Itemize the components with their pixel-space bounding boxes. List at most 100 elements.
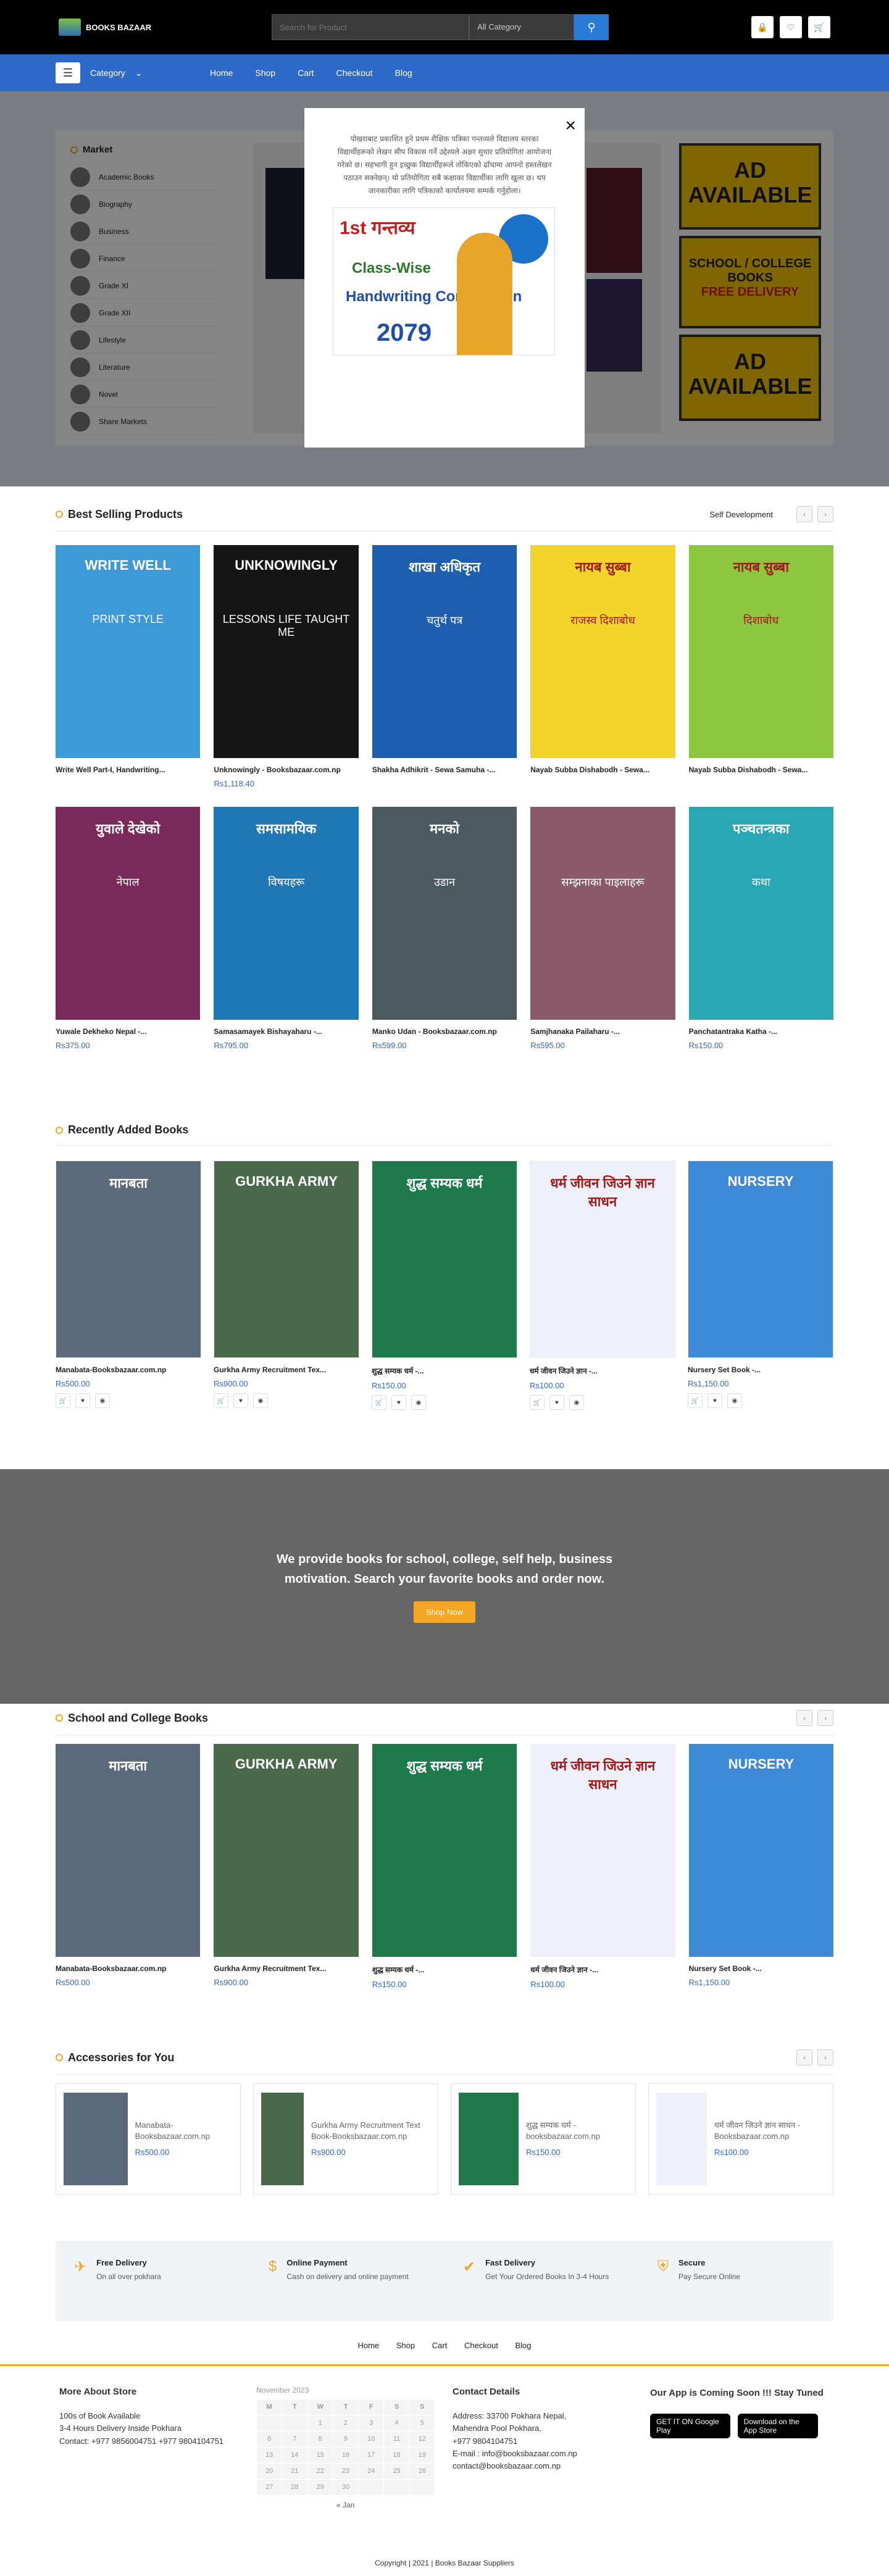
product-title[interactable]: Manabata-Booksbazaar.com.np (56, 1964, 200, 1973)
cart-icon[interactable]: 🛒 (808, 16, 830, 38)
book-cover[interactable]: समसामयिक विषयहरू (214, 807, 359, 1020)
add-to-cart-icon[interactable]: 🛒 (530, 1395, 545, 1410)
product-title[interactable]: Manko Udan - Booksbazaar.com.np (372, 1027, 517, 1036)
product-card[interactable]: सम्झनाका पाइलाहरू Samjhanaka Pailaharu -.… (530, 807, 675, 1050)
accessory-title[interactable]: धर्म जीवन जिउने ज्ञान साधन - Booksbazaar… (714, 2120, 825, 2142)
product-title[interactable]: Nayab Subba Dishabodh - Sewa... (689, 765, 833, 774)
footer-link-shop[interactable]: Shop (396, 2341, 415, 2350)
lock-icon[interactable]: 🔒 (751, 16, 774, 38)
book-cover[interactable]: धर्म जीवन जिउने ज्ञान साधन (530, 1161, 675, 1358)
book-cover[interactable]: मानबता (56, 1161, 201, 1358)
product-title[interactable]: Nursery Set Book -... (688, 1365, 833, 1374)
product-card[interactable]: समसामयिक विषयहरू Samasamayek Bishayaharu -… (214, 807, 359, 1050)
calendar-prev-link[interactable]: « Jan (256, 2499, 441, 2511)
accessory-title[interactable]: Manabata-Booksbazaar.com.np (135, 2120, 233, 2142)
accessory-card[interactable]: शुद्ध सम्यक धर्म - booksbazaar.com.np Rs1… (451, 2083, 636, 2195)
product-title[interactable]: Write Well Part-I, Handwriting... (56, 765, 200, 774)
product-title[interactable]: Manabata-Booksbazaar.com.np (56, 1365, 201, 1374)
product-title[interactable]: Shakha Adhikrit - Sewa Samuha -... (372, 765, 517, 774)
quick-view-icon[interactable]: ◉ (253, 1393, 268, 1408)
quick-view-icon[interactable]: ◉ (411, 1395, 426, 1410)
accessory-card[interactable]: Manabata-Booksbazaar.com.np Rs500.00 (56, 2083, 241, 2195)
prev-arrow-icon[interactable]: ‹ (796, 1710, 812, 1726)
product-title[interactable]: Gurkha Army Recruitment Tex... (214, 1964, 358, 1973)
next-arrow-icon[interactable]: › (817, 2049, 833, 2065)
wishlist-icon[interactable]: ♥ (233, 1393, 248, 1408)
nav-link-home[interactable]: Home (210, 68, 233, 78)
nav-link-shop[interactable]: Shop (255, 68, 275, 78)
add-to-cart-icon[interactable]: 🛒 (372, 1395, 386, 1410)
product-card[interactable]: UNKNOWINGLY LESSONS LIFE TAUGHT ME Unknowi… (214, 545, 359, 788)
product-card[interactable]: NURSERY Nursery Set Book -... Rs1,150.00 (688, 1744, 834, 1989)
product-card[interactable]: धर्म जीवन जिउने ज्ञान साधन धर्म जीवन जिउन… (530, 1161, 675, 1410)
product-title[interactable]: Samasamayek Bishayaharu -... (214, 1027, 358, 1036)
product-card[interactable]: पञ्चतन्त्रका कथा Panchatantraka Katha -...… (688, 807, 834, 1050)
book-cover[interactable]: GURKHA ARMY (214, 1744, 359, 1957)
product-title[interactable]: शुद्ध सम्यक धर्म -... (372, 1365, 517, 1376)
product-card[interactable]: मनको उडान Manko Udan - Booksbazaar.com.np R… (372, 807, 517, 1050)
product-title[interactable]: धर्म जीवन जिउने ज्ञान -... (530, 1365, 675, 1376)
product-title[interactable]: शुद्ध सम्यक धर्म -... (372, 1964, 517, 1975)
product-title[interactable]: Unknowingly - Booksbazaar.com.np (214, 765, 358, 774)
accessory-card[interactable]: धर्म जीवन जिउने ज्ञान साधन - Booksbazaar… (648, 2083, 833, 2195)
product-card[interactable]: मानबता Manabata-Booksbazaar.com.np Rs500.0… (56, 1161, 201, 1410)
product-title[interactable]: Nayab Subba Dishabodh - Sewa... (530, 765, 675, 774)
product-card[interactable]: शाखा अधिकृत चतुर्थ पत्र Shakha Adhikrit - … (372, 545, 517, 788)
book-cover[interactable]: मनको उडान (372, 807, 517, 1020)
book-cover[interactable]: नायब सुब्बा दिशाबोध (688, 545, 834, 758)
book-cover[interactable]: धर्म जीवन जिउने ज्ञान साधन (530, 1744, 675, 1957)
footer-link-cart[interactable]: Cart (432, 2341, 448, 2350)
product-card[interactable]: शुद्ध सम्यक धर्म शुद्ध सम्यक धर्म -... Rs1… (372, 1744, 517, 1989)
product-card[interactable]: नायब सुब्बा दिशाबोध Nayab Subba Dishabodh … (688, 545, 834, 788)
footer-link-blog[interactable]: Blog (515, 2341, 532, 2350)
quick-view-icon[interactable]: ◉ (95, 1393, 110, 1408)
wishlist-icon[interactable]: ♥ (707, 1393, 722, 1408)
book-cover[interactable]: UNKNOWINGLY LESSONS LIFE TAUGHT ME (214, 545, 359, 758)
footer-link-home[interactable]: Home (357, 2341, 379, 2350)
google-play-badge[interactable]: GET IT ON Google Play (650, 2413, 730, 2438)
book-cover[interactable]: NURSERY (688, 1744, 834, 1957)
product-title[interactable]: Yuwale Dekheko Nepal -... (56, 1027, 200, 1036)
category-select[interactable]: All Category (469, 14, 575, 40)
brand-logo[interactable]: BOOKS BAZAAR (59, 19, 151, 36)
book-cover[interactable]: सम्झनाका पाइलाहरू (530, 807, 675, 1020)
book-cover[interactable]: शुद्ध सम्यक धर्म (372, 1161, 517, 1358)
book-cover[interactable]: WRITE WELL PRINT STYLE (56, 545, 201, 758)
product-card[interactable]: WRITE WELL PRINT STYLE Write Well Part-I, … (56, 545, 201, 788)
search-button[interactable]: ⚲ (574, 14, 609, 40)
add-to-cart-icon[interactable]: 🛒 (56, 1393, 70, 1408)
product-card[interactable]: मानबता Manabata-Booksbazaar.com.np Rs500.0… (56, 1744, 201, 1989)
footer-link-checkout[interactable]: Checkout (464, 2341, 498, 2350)
product-title[interactable]: Samjhanaka Pailaharu -... (530, 1027, 675, 1036)
product-title[interactable]: Gurkha Army Recruitment Tex... (214, 1365, 359, 1374)
accessory-title[interactable]: शुद्ध सम्यक धर्म - booksbazaar.com.np (526, 2120, 628, 2142)
book-cover[interactable]: NURSERY (688, 1161, 833, 1358)
product-title[interactable]: Nursery Set Book -... (689, 1964, 833, 1973)
book-cover[interactable]: युवाले देखेको नेपाल (56, 807, 201, 1020)
search-input[interactable] (272, 14, 470, 40)
accessory-thumb[interactable] (656, 2093, 707, 2185)
wishlist-icon[interactable]: ♥ (549, 1395, 564, 1410)
product-card[interactable]: नायब सुब्बा राजस्व दिशाबोध Nayab Subba Dis… (530, 545, 675, 788)
accessory-thumb[interactable] (459, 2093, 519, 2185)
book-cover[interactable]: मानबता (56, 1744, 201, 1957)
next-arrow-icon[interactable]: › (817, 1710, 833, 1726)
next-arrow-icon[interactable]: › (817, 506, 833, 522)
product-card[interactable]: GURKHA ARMY Gurkha Army Recruitment Tex..… (214, 1744, 359, 1989)
accessory-title[interactable]: Gurkha Army Recruitment Text Book-Booksb… (311, 2120, 430, 2142)
product-card[interactable]: NURSERY Nursery Set Book -... Rs1,150.00 🛒 ♥… (688, 1161, 833, 1410)
wishlist-icon[interactable]: ♥ (75, 1393, 90, 1408)
quick-view-icon[interactable]: ◉ (727, 1393, 742, 1408)
heart-icon[interactable]: ♡ (780, 16, 802, 38)
wishlist-icon[interactable]: ♥ (391, 1395, 406, 1410)
close-icon[interactable]: × (565, 117, 576, 135)
prev-arrow-icon[interactable]: ‹ (796, 2049, 812, 2065)
product-title[interactable]: धर्म जीवन जिउने ज्ञान -... (530, 1964, 675, 1975)
add-to-cart-icon[interactable]: 🛒 (214, 1393, 228, 1408)
filter-tab[interactable]: Self Development (709, 510, 773, 519)
prev-arrow-icon[interactable]: ‹ (796, 506, 812, 522)
book-cover[interactable]: नायब सुब्बा राजस्व दिशाबोध (530, 545, 675, 758)
product-card[interactable]: शुद्ध सम्यक धर्म शुद्ध सम्यक धर्म -... Rs1… (372, 1161, 517, 1410)
category-dropdown[interactable]: ☰ Category ⌄ (56, 62, 210, 83)
book-cover[interactable]: शाखा अधिकृत चतुर्थ पत्र (372, 545, 517, 758)
